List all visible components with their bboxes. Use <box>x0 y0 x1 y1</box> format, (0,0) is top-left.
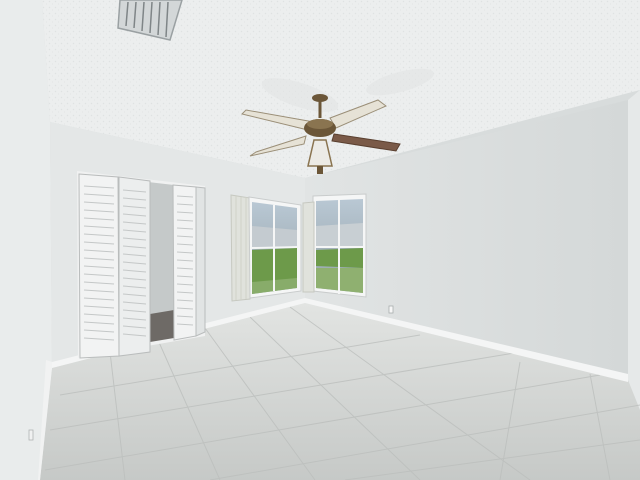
wall-outlet-left <box>28 429 34 441</box>
bifold-closet-door-left[interactable] <box>78 173 151 359</box>
window-left[interactable] <box>248 196 302 299</box>
room-scene <box>0 0 640 480</box>
window-right[interactable] <box>312 193 367 298</box>
bifold-closet-door-right[interactable] <box>172 184 206 341</box>
closet-interior <box>148 182 174 318</box>
vertical-curtain-right <box>302 201 315 293</box>
outlet <box>388 305 394 314</box>
